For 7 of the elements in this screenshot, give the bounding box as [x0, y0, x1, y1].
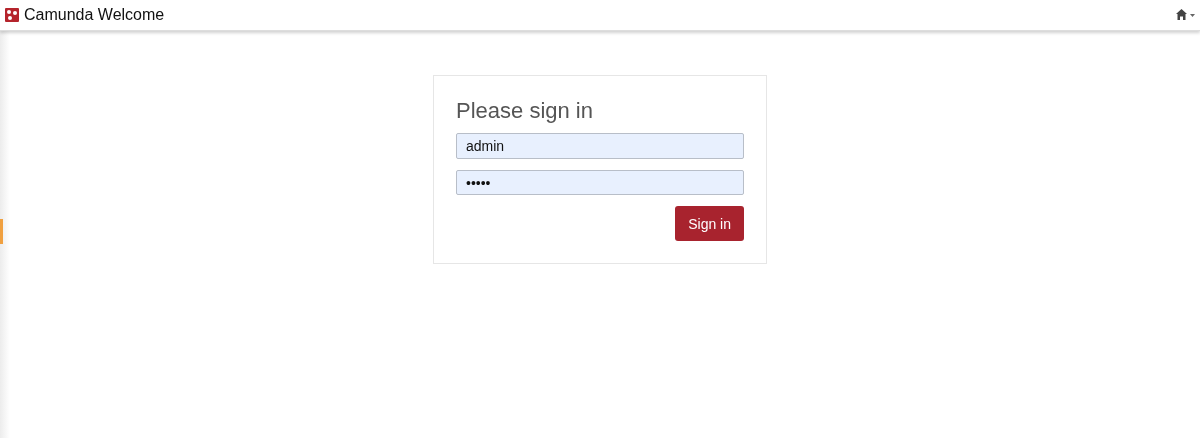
password-field[interactable]: ••••• [456, 169, 744, 196]
home-menu-icon[interactable] [1176, 9, 1196, 21]
login-title: Please sign in [456, 98, 594, 124]
username-field[interactable]: admin [456, 133, 744, 159]
sign-in-button[interactable]: Sign in [675, 206, 744, 241]
logo-icon [5, 8, 19, 22]
app-title: Camunda Welcome [24, 6, 165, 24]
